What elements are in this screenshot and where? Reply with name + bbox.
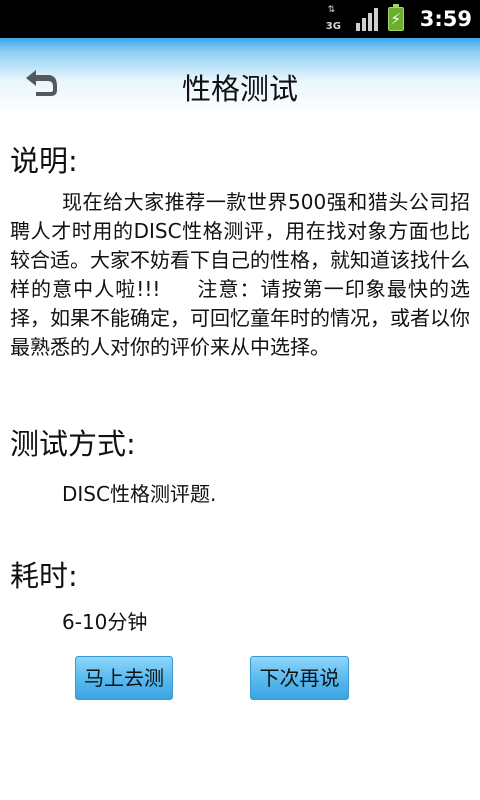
method-value: DISC性格测评题. xyxy=(62,482,217,506)
status-bar: ⇅ 3G ⚡ 3:59 xyxy=(0,0,480,38)
network-3g-icon: ⇅ 3G xyxy=(325,5,341,33)
instructions-heading: 说明: xyxy=(10,144,78,178)
instructions-text: 现在给大家推荐一款世界500强和猎头公司招聘人才时用的DISC性格测评，用在找对… xyxy=(10,190,470,359)
start-test-button[interactable]: 马上去测 xyxy=(75,656,173,700)
signal-strength-icon xyxy=(355,7,378,31)
status-icons: ⇅ 3G ⚡ 3:59 xyxy=(326,0,472,38)
method-heading: 测试方式: xyxy=(10,427,136,461)
duration-value: 6-10分钟 xyxy=(62,610,148,634)
duration-heading: 耗时: xyxy=(10,559,78,593)
status-time: 3:59 xyxy=(419,7,472,31)
page-title: 性格测试 xyxy=(181,72,298,106)
network-label: 3G xyxy=(325,21,341,32)
battery-charging-icon: ⚡ xyxy=(387,4,404,31)
later-button[interactable]: 下次再说 xyxy=(250,656,349,700)
title-bar: 性格测试 xyxy=(0,38,480,116)
